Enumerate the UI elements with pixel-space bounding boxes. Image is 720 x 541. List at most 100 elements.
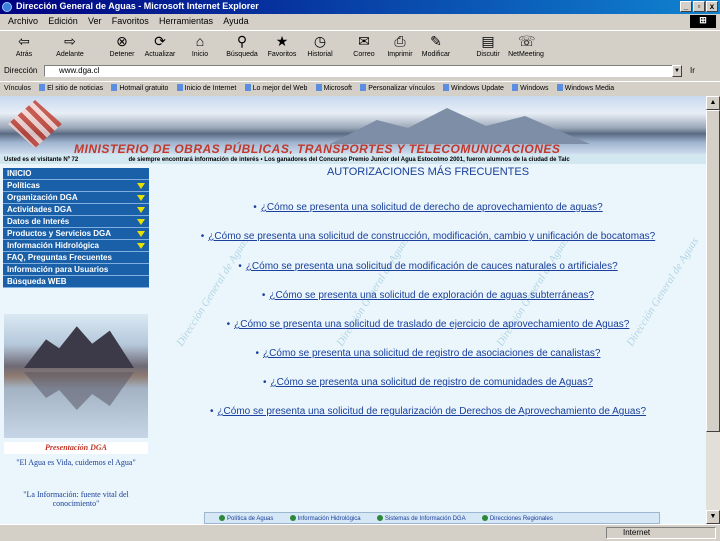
scroll-up-icon[interactable]: ▲ <box>706 96 720 110</box>
address-input[interactable]: www.dga.cl <box>44 65 682 77</box>
faq-item: • ¿Cómo se presenta una solicitud de regu… <box>150 406 706 417</box>
faq-link[interactable]: ¿Cómo se presenta una solicitud de const… <box>208 231 655 242</box>
nav-item-politicas[interactable]: Políticas <box>3 180 149 192</box>
link-item[interactable]: El sitio de noticias <box>39 84 103 92</box>
link-item[interactable]: Windows Media <box>557 84 614 92</box>
nav-item-actividades[interactable]: Actividades DGA <box>3 204 149 216</box>
print-icon: ⎙ <box>394 33 406 49</box>
nav-item-hidrologica[interactable]: Información Hidrológica <box>3 240 149 252</box>
presentation-link[interactable]: Presentación DGA <box>4 442 148 454</box>
bottom-link[interactable]: Sistemas de Información DGA <box>377 515 466 522</box>
mail-button[interactable]: ✉ Correo <box>344 33 384 58</box>
dropdown-arrow-icon <box>137 219 145 225</box>
mail-icon: ✉ <box>358 33 370 49</box>
left-nav-menu: INICIO Políticas Organización DGA Activi… <box>3 168 149 288</box>
discuss-icon: ▤ <box>481 33 495 49</box>
ie-app-icon <box>2 2 12 12</box>
faq-item: • ¿Cómo se presenta una solicitud de regi… <box>150 377 706 388</box>
print-button[interactable]: ⎙ Imprimir <box>380 33 420 58</box>
menu-herramientas[interactable]: Herramientas <box>159 16 213 26</box>
menu-ver[interactable]: Ver <box>88 16 102 26</box>
go-button[interactable]: Ir <box>690 66 695 75</box>
bullet-icon: • <box>255 348 260 359</box>
link-item[interactable]: Microsoft <box>316 84 352 92</box>
faq-link[interactable]: ¿Cómo se presenta una solicitud de regis… <box>271 377 593 388</box>
faq-item: • ¿Cómo se presenta una solicitud de expl… <box>150 290 706 301</box>
water-quote: "El Agua es Vida, cuidemos el Agua" <box>16 458 136 467</box>
dropdown-arrow-icon <box>137 207 145 213</box>
faq-link[interactable]: ¿Cómo se presenta una solicitud de modif… <box>246 261 618 272</box>
nav-item-productos[interactable]: Productos y Servicios DGA <box>3 228 149 240</box>
back-button[interactable]: ⇦ Atrás <box>4 33 44 58</box>
faq-link[interactable]: ¿Cómo se presenta una solicitud de regul… <box>217 406 646 417</box>
link-item[interactable]: Inicio de Internet <box>177 84 237 92</box>
scroll-down-icon[interactable]: ▼ <box>706 510 720 524</box>
history-button[interactable]: ◷ Historial <box>300 33 340 58</box>
bullet-icon: • <box>238 261 242 272</box>
links-bar: Vínculos El sitio de noticias Hotmail gr… <box>0 81 720 96</box>
scrollbar-thumb[interactable] <box>706 110 720 432</box>
nav-item-organizacion[interactable]: Organización DGA <box>3 192 149 204</box>
minimize-button[interactable]: _ <box>680 1 692 12</box>
dropdown-arrow-icon <box>137 195 145 201</box>
bullet-icon: • <box>263 377 267 388</box>
stop-icon: ⊗ <box>116 33 128 49</box>
bottom-link[interactable]: Información Hidrológica <box>290 515 361 522</box>
bullet-icon: • <box>261 290 266 301</box>
nav-item-usuarios[interactable]: Información para Usuarios <box>3 264 149 276</box>
search-button[interactable]: ⚲ Búsqueda <box>222 33 262 58</box>
home-icon: ⌂ <box>195 33 205 49</box>
address-label: Dirección <box>4 66 38 75</box>
nav-item-faq[interactable]: FAQ, Preguntas Frecuentes <box>3 252 149 264</box>
nav-item-inicio[interactable]: INICIO <box>3 168 149 180</box>
nav-item-busqueda[interactable]: Búsqueda WEB <box>3 276 149 288</box>
dropdown-arrow-icon <box>137 183 145 189</box>
favorites-button[interactable]: ★ Favoritos <box>262 33 302 58</box>
forward-button[interactable]: ⇨ Adelante <box>50 33 90 58</box>
address-dropdown-button[interactable]: ▼ <box>672 65 682 77</box>
close-button[interactable]: x <box>706 1 718 12</box>
information-quote: "La Información: fuente vital del conoci… <box>23 490 129 508</box>
edit-icon: ✎ <box>430 33 442 49</box>
window-title-bar[interactable]: Dirección General de Aguas - Microsoft I… <box>0 0 720 14</box>
dropdown-arrow-icon <box>137 243 145 249</box>
refresh-icon: ⟳ <box>154 33 166 49</box>
link-item[interactable]: Hotmail gratuito <box>111 84 168 92</box>
bottom-link[interactable]: Direcciones Regionales <box>482 515 553 522</box>
faq-item: • ¿Cómo se presenta una solicitud de cons… <box>150 231 706 242</box>
window-title: Dirección General de Aguas - Microsoft I… <box>16 1 259 11</box>
edit-button[interactable]: ✎ Modificar <box>416 33 456 58</box>
bottom-link-bar: Política de Aguas Información Hidrológic… <box>204 512 660 524</box>
ticker-message: de siempre encontrará información de int… <box>128 157 570 163</box>
forward-arrow-icon: ⇨ <box>64 33 76 49</box>
news-ticker: Usted es el visitante Nº 72 de siempre e… <box>0 154 706 164</box>
menu-favoritos[interactable]: Favoritos <box>112 16 149 26</box>
faq-link[interactable]: ¿Cómo se presenta una solicitud de trasl… <box>234 319 629 330</box>
nav-item-datos[interactable]: Datos de Interés <box>3 216 149 228</box>
menu-edicion[interactable]: Edición <box>48 16 78 26</box>
link-item[interactable]: Windows Update <box>443 84 504 92</box>
link-item[interactable]: Personalizar vínculos <box>360 84 435 92</box>
bottom-link[interactable]: Política de Aguas <box>219 515 273 522</box>
link-item[interactable]: Windows <box>512 84 548 92</box>
vertical-scrollbar[interactable]: ▲ ▼ <box>706 96 720 524</box>
faq-link[interactable]: ¿Cómo se presenta una solicitud de derec… <box>261 202 603 213</box>
menu-ayuda[interactable]: Ayuda <box>223 16 248 26</box>
faq-link[interactable]: ¿Cómo se presenta una solicitud de explo… <box>269 290 594 301</box>
discuss-button[interactable]: ▤ Discutir <box>468 33 508 58</box>
section-title: AUTORIZACIONES MÁS FRECUENTES <box>326 166 530 178</box>
netmeeting-button[interactable]: ☏ NetMeeting <box>506 33 546 58</box>
dropdown-arrow-icon <box>137 231 145 237</box>
menu-archivo[interactable]: Archivo <box>8 16 38 26</box>
bullet-icon: • <box>253 202 257 213</box>
faq-link[interactable]: ¿Cómo se presenta una solicitud de regis… <box>263 348 600 359</box>
link-item[interactable]: Lo mejor del Web <box>245 84 308 92</box>
status-bar: Internet <box>0 524 720 541</box>
favorites-icon: ★ <box>275 33 289 49</box>
home-button[interactable]: ⌂ Inicio <box>180 33 220 58</box>
search-icon: ⚲ <box>236 33 248 49</box>
maximize-button[interactable]: ▫ <box>693 1 705 12</box>
refresh-button[interactable]: ⟳ Actualizar <box>140 33 180 58</box>
stop-button[interactable]: ⊗ Detener <box>102 33 142 58</box>
lake-reflection <box>24 372 134 410</box>
